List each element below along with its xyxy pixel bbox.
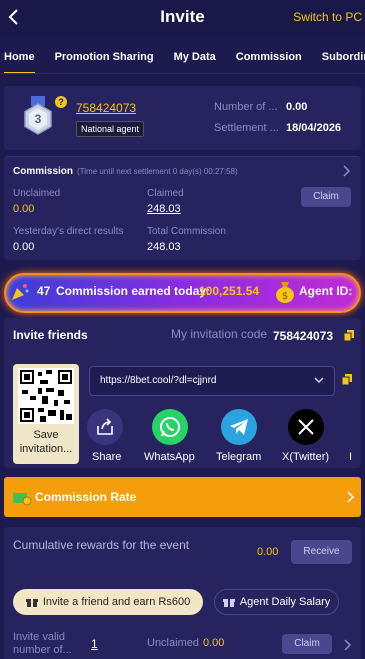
agent-daily-salary-label: Agent Daily Salary	[239, 596, 331, 608]
share-label: Share	[92, 451, 122, 463]
copy-link-icon[interactable]	[342, 374, 352, 385]
agent-rank-badge: National agent	[76, 121, 145, 137]
rewards-claim-button[interactable]: Claim	[282, 634, 332, 654]
telegram-button[interactable]	[221, 409, 257, 445]
share-icon	[97, 418, 113, 435]
tab-home[interactable]: Home	[4, 40, 35, 73]
claimed-label: Claimed	[147, 188, 184, 199]
help-icon[interactable]: ?	[55, 96, 67, 108]
cumulative-rewards-value: 0.00	[257, 546, 279, 558]
top-bar: Invite Switch to PC	[0, 0, 365, 36]
total-commission-label: Total Commission	[147, 226, 226, 237]
tab-bar: Home Promotion Sharing My Data Commissio…	[0, 40, 365, 74]
share-button[interactable]	[87, 409, 123, 445]
agent-id-label: Agent ID:	[299, 284, 353, 298]
tab-my-data[interactable]: My Data	[174, 40, 216, 73]
qr-code-icon	[18, 368, 74, 424]
money-bag-icon: $	[276, 282, 294, 303]
whatsapp-button[interactable]	[152, 409, 188, 445]
settlement-value: 18/04/2026	[286, 122, 342, 134]
cumulative-rewards-title: Cumulative rewards for the event	[13, 538, 190, 552]
agent-info-card: 3 ? 758424073 National agent Number of .…	[4, 86, 361, 150]
party-icon	[12, 284, 29, 300]
invite-earn-label: Invite a friend and earn Rs600	[42, 596, 191, 608]
agent-level-number: 3	[34, 112, 42, 126]
tab-promotion-sharing[interactable]: Promotion Sharing	[55, 40, 154, 73]
invite-friends-title: Invite friends	[13, 328, 88, 342]
switch-to-pc-link[interactable]: Switch to PC	[293, 10, 362, 24]
commission-title: Commission	[13, 166, 74, 177]
banner-count: 47	[37, 284, 51, 298]
copy-code-icon[interactable]	[344, 330, 354, 341]
banner-text: Commission earned today:	[56, 284, 211, 298]
invite-friends-card: Invite friends My invitation code 758424…	[4, 318, 361, 468]
rewards-card: Cumulative rewards for the event 0.00 Re…	[4, 527, 361, 659]
gift-icon	[222, 598, 235, 607]
chevron-right-icon[interactable]	[343, 165, 351, 177]
number-value: 0.00	[286, 101, 308, 113]
unclaimed-label: Unclaimed	[13, 188, 61, 199]
agent-daily-salary-pill[interactable]: Agent Daily Salary	[214, 589, 339, 615]
total-commission-value: 248.03	[147, 241, 181, 253]
more-share-label: I	[349, 451, 353, 463]
whatsapp-icon	[160, 417, 180, 437]
money-icon	[13, 493, 32, 506]
invite-link: https://8bet.cool/?dl=cjjnrd	[100, 375, 217, 386]
yesterday-label: Yesterday's direct results	[13, 226, 124, 237]
number-label: Number of ...	[214, 101, 278, 113]
commission-card: Commission (Time until next settlement 0…	[4, 156, 361, 260]
chevron-right-icon[interactable]	[344, 639, 352, 651]
invite-valid-label: Invite valid number of...	[13, 631, 72, 656]
rewards-unclaimed-value: 0.00	[203, 637, 225, 649]
chevron-right-icon	[347, 491, 355, 503]
chevron-down-icon[interactable]	[314, 377, 324, 384]
unclaimed-value: 0.00	[13, 203, 35, 215]
invite-valid-value[interactable]: 1	[91, 637, 98, 651]
claim-button[interactable]: Claim	[301, 187, 351, 207]
banner-amount: 100,251.54	[199, 284, 260, 298]
svg-text:$: $	[282, 291, 288, 302]
telegram-label: Telegram	[216, 451, 262, 463]
yesterday-value: 0.00	[13, 241, 35, 253]
x-icon	[298, 419, 314, 435]
settlement-timer: (Time until next settlement 0 day(s) 00:…	[77, 167, 238, 176]
save-invitation-label: Save invitation...	[19, 429, 73, 455]
tab-commission[interactable]: Commission	[236, 40, 302, 73]
commission-rate-bar[interactable]: Commission Rate	[4, 477, 361, 517]
rewards-unclaimed-label: Unclaimed	[147, 637, 199, 649]
settlement-label: Settlement ...	[214, 122, 279, 134]
invite-link-box[interactable]: https://8bet.cool/?dl=cjjnrd	[89, 366, 335, 396]
qr-code-panel[interactable]: Save invitation...	[13, 364, 79, 464]
commission-today-banner: 47 Commission earned today: 100,251.54 $…	[4, 273, 361, 313]
invitation-code-value: 758424073	[273, 329, 334, 343]
invite-earn-pill[interactable]: Invite a friend and earn Rs600	[13, 589, 203, 615]
claimed-value[interactable]: 248.03	[147, 203, 181, 215]
receive-button[interactable]: Receive	[291, 540, 352, 564]
agent-id[interactable]: 758424073	[76, 101, 136, 115]
x-twitter-button[interactable]	[288, 409, 324, 445]
invitation-code-label: My invitation code	[171, 327, 268, 341]
x-twitter-label: X(Twitter)	[282, 451, 330, 463]
gift-icon	[25, 598, 38, 607]
tab-subordinate[interactable]: Subordinate	[322, 40, 365, 73]
whatsapp-label: WhatsApp	[144, 451, 195, 463]
telegram-icon	[230, 419, 248, 435]
commission-rate-label: Commission Rate	[35, 490, 137, 504]
